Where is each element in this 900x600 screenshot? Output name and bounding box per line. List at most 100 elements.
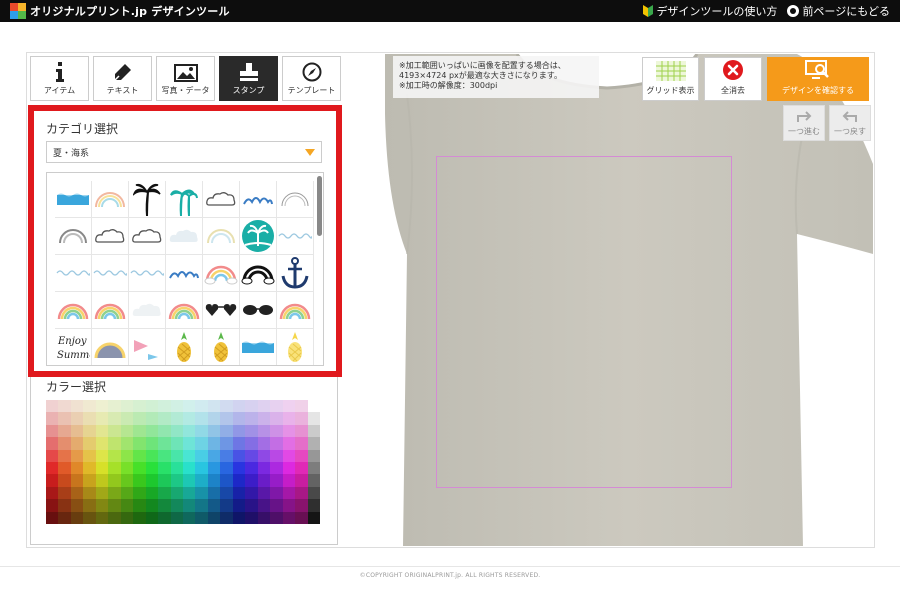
palette-swatch[interactable] <box>58 511 71 524</box>
palette-swatch[interactable] <box>245 461 258 475</box>
palette-swatch[interactable] <box>46 449 59 462</box>
palette-swatch[interactable] <box>220 461 233 475</box>
palette-swatch[interactable] <box>120 449 134 462</box>
palette-swatch[interactable] <box>232 424 246 438</box>
palette-swatch[interactable] <box>245 499 258 512</box>
palette-swatch[interactable] <box>182 461 196 475</box>
palette-swatch[interactable] <box>145 424 159 438</box>
palette-swatch[interactable] <box>58 499 71 512</box>
palette-swatch[interactable] <box>182 474 196 487</box>
palette-swatch[interactable] <box>158 412 171 425</box>
palette-swatch[interactable] <box>95 474 109 487</box>
palette-swatch[interactable] <box>170 424 183 438</box>
palette-swatch[interactable] <box>270 400 283 413</box>
palette-swatch[interactable] <box>232 437 246 450</box>
palette-swatch[interactable] <box>245 449 258 462</box>
palette-swatch[interactable] <box>207 449 221 462</box>
palette-swatch[interactable] <box>270 412 283 425</box>
palette-swatch[interactable] <box>83 474 96 487</box>
palette-swatch[interactable] <box>46 486 59 500</box>
palette-swatch[interactable] <box>182 449 196 462</box>
palette-swatch[interactable] <box>282 511 296 524</box>
palette-swatch[interactable] <box>83 437 96 450</box>
palette-swatch[interactable] <box>70 511 84 524</box>
palette-swatch[interactable] <box>83 412 96 425</box>
palette-swatch[interactable] <box>245 486 258 500</box>
palette-swatch[interactable] <box>46 511 59 524</box>
palette-swatch[interactable] <box>46 400 59 413</box>
palette-swatch[interactable] <box>46 474 59 487</box>
palette-swatch[interactable] <box>307 511 320 524</box>
palette-swatch[interactable] <box>170 437 183 450</box>
palette-swatch[interactable] <box>70 461 84 475</box>
palette-swatch[interactable] <box>95 412 109 425</box>
palette-swatch[interactable] <box>220 400 233 413</box>
palette-swatch[interactable] <box>257 412 271 425</box>
logo[interactable]: オリジナルプリント.jp デザインツール <box>10 0 230 22</box>
back-link[interactable]: 前ページにもどる <box>787 3 890 19</box>
palette-swatch[interactable] <box>145 449 159 462</box>
palette-swatch[interactable] <box>295 424 308 438</box>
palette-swatch[interactable] <box>307 449 320 462</box>
palette-swatch[interactable] <box>270 499 283 512</box>
palette-swatch[interactable] <box>182 400 196 413</box>
palette-swatch[interactable] <box>170 486 183 500</box>
tab-text[interactable]: テキスト <box>93 56 152 101</box>
palette-swatch[interactable] <box>158 400 171 413</box>
palette-swatch[interactable] <box>120 461 134 475</box>
palette-swatch[interactable] <box>108 474 121 487</box>
palette-swatch[interactable] <box>170 511 183 524</box>
palette-swatch[interactable] <box>170 499 183 512</box>
palette-swatch[interactable] <box>207 486 221 500</box>
palette-swatch[interactable] <box>307 474 320 487</box>
palette-swatch[interactable] <box>245 400 258 413</box>
palette-swatch[interactable] <box>195 424 208 438</box>
palette-swatch[interactable] <box>270 511 283 524</box>
palette-swatch[interactable] <box>270 461 283 475</box>
palette-swatch[interactable] <box>257 400 271 413</box>
palette-swatch[interactable] <box>257 474 271 487</box>
palette-swatch[interactable] <box>232 474 246 487</box>
palette-swatch[interactable] <box>95 461 109 475</box>
palette-swatch[interactable] <box>282 412 296 425</box>
palette-swatch[interactable] <box>195 449 208 462</box>
palette-swatch[interactable] <box>133 437 146 450</box>
palette-swatch[interactable] <box>108 437 121 450</box>
palette-swatch[interactable] <box>83 449 96 462</box>
palette-swatch[interactable] <box>270 437 283 450</box>
palette-swatch[interactable] <box>195 499 208 512</box>
palette-swatch[interactable] <box>108 424 121 438</box>
undo-button[interactable]: 一つ戻す <box>829 105 871 141</box>
palette-swatch[interactable] <box>257 511 271 524</box>
palette-swatch[interactable] <box>133 424 146 438</box>
palette-swatch[interactable] <box>295 412 308 425</box>
palette-swatch[interactable] <box>158 449 171 462</box>
palette-swatch[interactable] <box>270 486 283 500</box>
palette-swatch[interactable] <box>295 400 308 413</box>
palette-swatch[interactable] <box>70 449 84 462</box>
palette-swatch[interactable] <box>46 461 59 475</box>
palette-swatch[interactable] <box>307 499 320 512</box>
palette-swatch[interactable] <box>95 499 109 512</box>
palette-swatch[interactable] <box>182 486 196 500</box>
palette-swatch[interactable] <box>108 486 121 500</box>
palette-swatch[interactable] <box>133 449 146 462</box>
palette-swatch[interactable] <box>257 424 271 438</box>
palette-swatch[interactable] <box>195 474 208 487</box>
palette-swatch[interactable] <box>120 400 134 413</box>
palette-swatch[interactable] <box>70 400 84 413</box>
palette-swatch[interactable] <box>282 474 296 487</box>
grid-toggle-button[interactable]: グリッド表示 <box>642 57 699 101</box>
palette-swatch[interactable] <box>120 474 134 487</box>
palette-swatch[interactable] <box>158 486 171 500</box>
palette-swatch[interactable] <box>245 412 258 425</box>
palette-swatch[interactable] <box>158 437 171 450</box>
palette-swatch[interactable] <box>195 400 208 413</box>
palette-swatch[interactable] <box>220 412 233 425</box>
palette-swatch[interactable] <box>282 499 296 512</box>
palette-swatch[interactable] <box>70 474 84 487</box>
palette-swatch[interactable] <box>58 461 71 475</box>
palette-swatch[interactable] <box>282 449 296 462</box>
palette-swatch[interactable] <box>245 424 258 438</box>
palette-swatch[interactable] <box>95 449 109 462</box>
